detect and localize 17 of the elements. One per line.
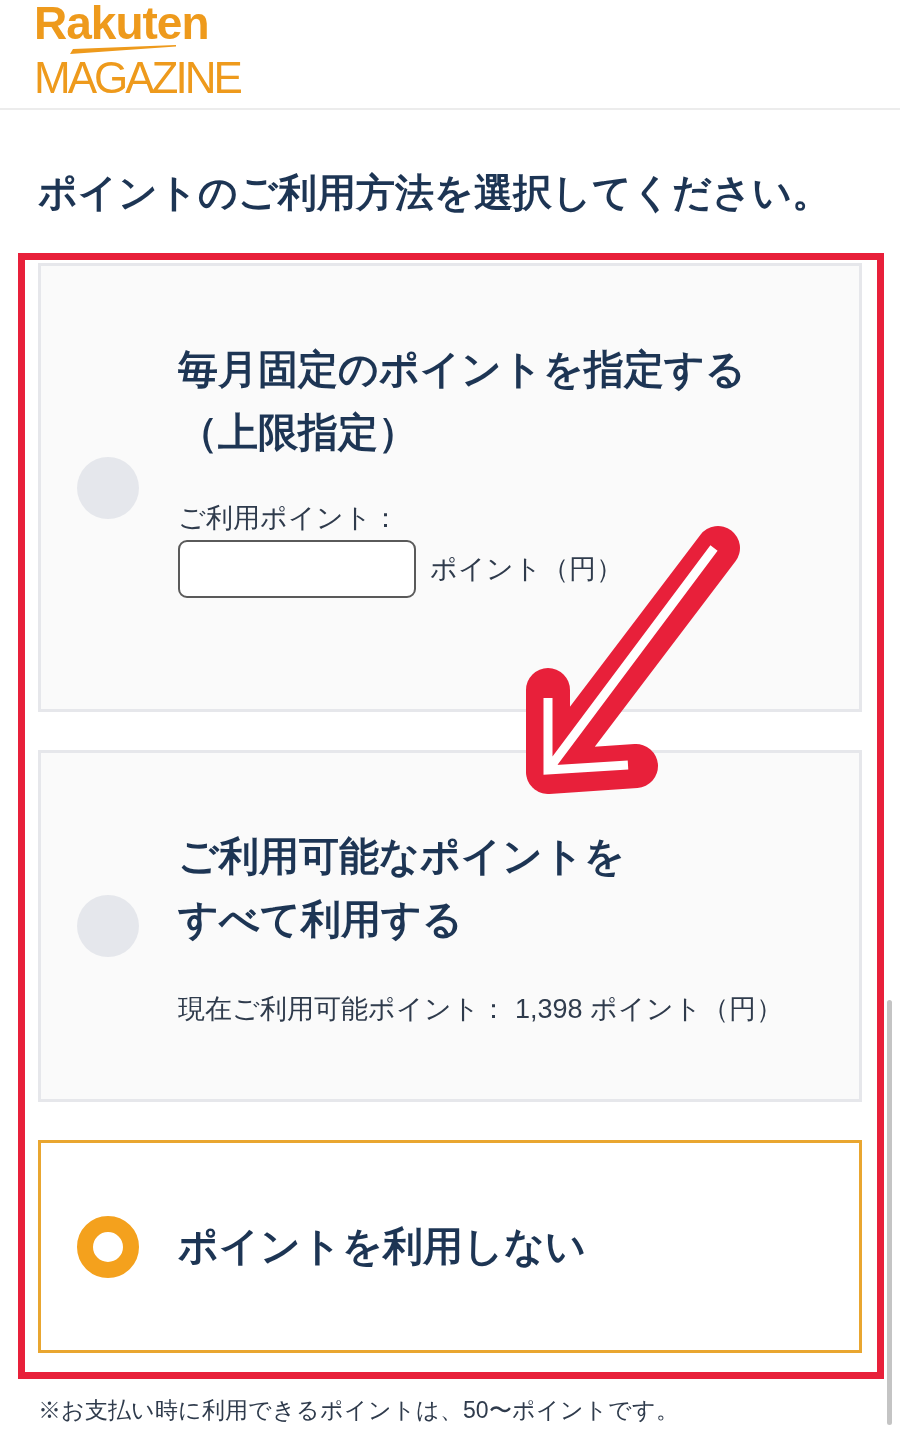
option-title: 毎月固定のポイントを指定する （上限指定）: [178, 346, 747, 456]
option-title: ご利用可能なポイントを すべて利用する: [178, 833, 626, 943]
footnote: ※お支払い時に利用できるポイントは、50〜ポイントです。: [38, 1396, 680, 1425]
field-label: ご利用ポイント：: [178, 502, 400, 535]
logo-subtitle: MAGAZINE: [34, 54, 240, 102]
balance-value: 1,398 ポイント（円）: [515, 993, 784, 1026]
swoosh-icon: [70, 45, 176, 54]
option-card[interactable]: ポイントを利用しない: [38, 1140, 862, 1353]
balance-label: 現在ご利用可能ポイント：: [178, 993, 507, 1026]
option-card[interactable]: 毎月固定のポイントを指定する （上限指定） ご利用ポイント： ポイント（円）: [38, 263, 862, 712]
logo-wordmark: Rakuten: [34, 0, 209, 46]
scrollbar[interactable]: [887, 1000, 892, 1425]
option-title: ポイントを利用しない: [178, 1223, 587, 1270]
option-card[interactable]: ご利用可能なポイントを すべて利用する 現在ご利用可能ポイント： 1,398 ポイント（円）: [38, 750, 862, 1102]
page-heading: ポイントのご利用方法を選択してください。: [38, 170, 832, 216]
unit-label: ポイント（円）: [430, 553, 623, 586]
input-field[interactable]: [178, 540, 416, 598]
